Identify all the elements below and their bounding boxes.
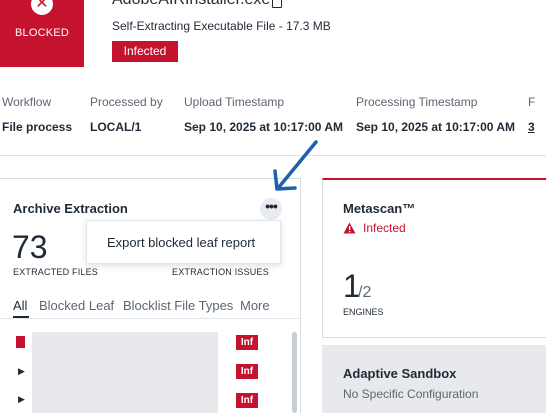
processing-timestamp-value: Sep 10, 2025 at 10:17:00 AM xyxy=(356,120,515,134)
infected-badge: Infected xyxy=(112,41,178,62)
infected-tag: Inf xyxy=(236,364,258,379)
tab-blocklist-file-types[interactable]: Blocklist File Types xyxy=(123,298,233,313)
tab-all[interactable]: All xyxy=(13,298,27,313)
engines-label: ENGINES xyxy=(343,307,384,317)
extracted-files-count: 73 xyxy=(12,229,48,265)
file-name: AdobeAIRInstaller.exe xyxy=(112,0,270,9)
file-description: Self-Extracting Executable File - 17.3 M… xyxy=(112,19,331,33)
workflow-value: File process xyxy=(2,120,73,134)
next-column-link[interactable]: 3 xyxy=(528,120,535,134)
metascan-title: Metascan™ xyxy=(343,201,416,216)
annotation-arrow-icon xyxy=(273,140,318,191)
processing-timestamp-label: Processing Timestamp xyxy=(356,95,478,109)
archive-extraction-title: Archive Extraction xyxy=(13,201,128,216)
more-options-button[interactable]: ••• xyxy=(260,198,282,220)
extracted-files-label: EXTRACTED FILES xyxy=(13,267,99,277)
copy-icon[interactable] xyxy=(272,0,282,8)
list-scrollbar[interactable] xyxy=(292,332,297,413)
blocked-label: BLOCKED xyxy=(15,27,69,39)
adaptive-sandbox-title: Adaptive Sandbox xyxy=(343,366,457,381)
next-column-label: F xyxy=(528,95,536,109)
metascan-status: Infected xyxy=(363,221,406,235)
upload-timestamp-value: Sep 10, 2025 at 10:17:00 AM xyxy=(184,120,343,134)
chevron-right-icon[interactable]: ▶ xyxy=(18,394,25,405)
processed-by-value: LOCAL/1 xyxy=(90,120,142,134)
extraction-issues-label: EXTRACTION ISSUES xyxy=(172,267,269,277)
export-blocked-leaf-report-item[interactable]: Export blocked leaf report xyxy=(107,235,255,250)
processed-by-label: Processed by xyxy=(90,95,163,109)
blocked-status-tile: ✕ BLOCKED xyxy=(0,0,84,67)
engines-total-count: /2 xyxy=(358,284,372,301)
workflow-label: Workflow xyxy=(2,95,52,109)
warning-icon xyxy=(343,222,356,234)
chevron-right-icon[interactable]: ▶ xyxy=(18,366,25,377)
infected-tag: Inf xyxy=(236,393,258,408)
tab-blocked-leaf[interactable]: Blocked Leaf xyxy=(39,298,114,313)
options-dropdown-menu: Export blocked leaf report xyxy=(86,220,281,264)
tab-divider xyxy=(0,318,300,319)
file-list-placeholder xyxy=(32,332,218,413)
x-icon: ✕ xyxy=(31,0,53,15)
adaptive-sandbox-subtitle: No Specific Configuration xyxy=(343,387,479,401)
tab-more[interactable]: More xyxy=(240,298,270,313)
infected-tag: Inf xyxy=(236,335,258,350)
file-icon xyxy=(16,336,25,348)
upload-timestamp-label: Upload Timestamp xyxy=(184,95,285,109)
